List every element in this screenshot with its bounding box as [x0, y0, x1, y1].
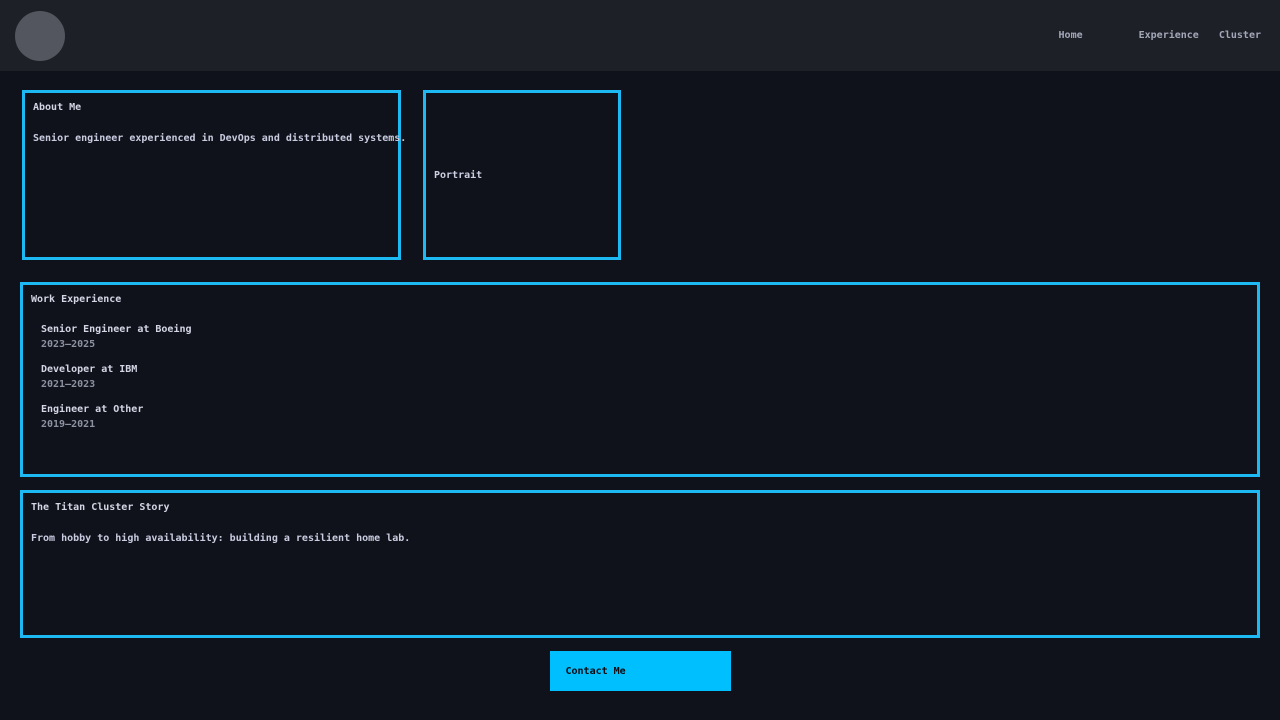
contact-button[interactable]: Contact Me [550, 651, 731, 691]
cluster-story-title: The Titan Cluster Story [31, 501, 1249, 514]
nav-link-home[interactable]: Home [1059, 30, 1083, 41]
job-title: Developer at IBM [41, 363, 1249, 376]
experience-section: Work Experience Senior Engineer at Boein… [20, 282, 1260, 477]
about-body: Senior engineer experienced in DevOps an… [33, 132, 390, 145]
job-entry: Developer at IBM 2021–2023 [41, 363, 1249, 391]
portrait-placeholder: Portrait [423, 90, 621, 260]
nav-link-cluster[interactable]: Cluster [1219, 30, 1261, 41]
job-entry: Engineer at Other 2019–2021 [41, 403, 1249, 431]
about-title: About Me [33, 101, 390, 114]
contact-row: Contact Me [20, 651, 1260, 691]
portrait-label: Portrait [434, 170, 482, 181]
navbar: Home Experience Cluster [0, 0, 1280, 71]
nav-links: Home Experience Cluster [1059, 30, 1261, 41]
experience-title: Work Experience [31, 293, 1249, 306]
job-list: Senior Engineer at Boeing 2023–2025 Deve… [41, 323, 1249, 431]
top-row: About Me Senior engineer experienced in … [22, 90, 1260, 260]
job-title: Senior Engineer at Boeing [41, 323, 1249, 336]
job-years: 2023–2025 [41, 338, 1249, 351]
cluster-story-section: The Titan Cluster Story From hobby to hi… [20, 490, 1260, 638]
job-years: 2019–2021 [41, 418, 1249, 431]
job-years: 2021–2023 [41, 378, 1249, 391]
job-entry: Senior Engineer at Boeing 2023–2025 [41, 323, 1249, 351]
about-section: About Me Senior engineer experienced in … [22, 90, 401, 260]
nav-link-experience[interactable]: Experience [1139, 30, 1199, 41]
job-title: Engineer at Other [41, 403, 1249, 416]
main-content: About Me Senior engineer experienced in … [0, 71, 1280, 691]
cluster-story-body: From hobby to high availability: buildin… [31, 532, 1249, 545]
avatar[interactable] [15, 11, 65, 61]
